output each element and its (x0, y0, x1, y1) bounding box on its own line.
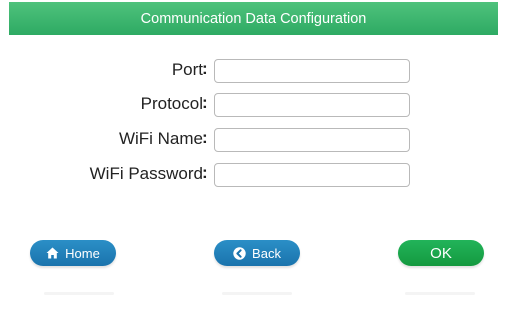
ok-button-label: OK (430, 244, 452, 262)
home-button[interactable]: Home (30, 240, 116, 266)
title-bar: Communication Data Configuration (9, 2, 498, 35)
wifi-password-label: WiFi Password (89, 164, 203, 183)
wifi-password-colon: : (202, 163, 208, 182)
home-button-label: Home (65, 245, 100, 261)
back-button[interactable]: Back (214, 240, 300, 266)
port-colon: : (202, 59, 208, 78)
screen: Communication Data Configuration Port : … (0, 0, 507, 315)
protocol-row: Protocol : (0, 91, 507, 121)
wifi-password-row: WiFi Password : (0, 161, 507, 191)
wifi-name-label: WiFi Name (118, 129, 203, 148)
back-button-label: Back (252, 245, 281, 261)
port-label: Port (171, 60, 203, 79)
port-row: Port : (0, 57, 507, 87)
protocol-label: Protocol (140, 94, 203, 113)
protocol-colon: : (202, 93, 208, 112)
back-arrow-icon (233, 246, 246, 260)
home-icon (46, 247, 59, 259)
home-button-reflection (44, 292, 114, 295)
wifi-password-input[interactable] (214, 163, 410, 187)
back-button-reflection (222, 292, 292, 295)
ok-button[interactable]: OK (398, 240, 484, 266)
protocol-input[interactable] (214, 93, 410, 117)
wifi-name-input[interactable] (214, 128, 410, 152)
wifi-name-row: WiFi Name : (0, 126, 507, 156)
port-input[interactable] (214, 59, 410, 83)
wifi-name-colon: : (202, 128, 208, 147)
ok-button-reflection (405, 292, 475, 295)
page-title: Communication Data Configuration (140, 10, 367, 27)
